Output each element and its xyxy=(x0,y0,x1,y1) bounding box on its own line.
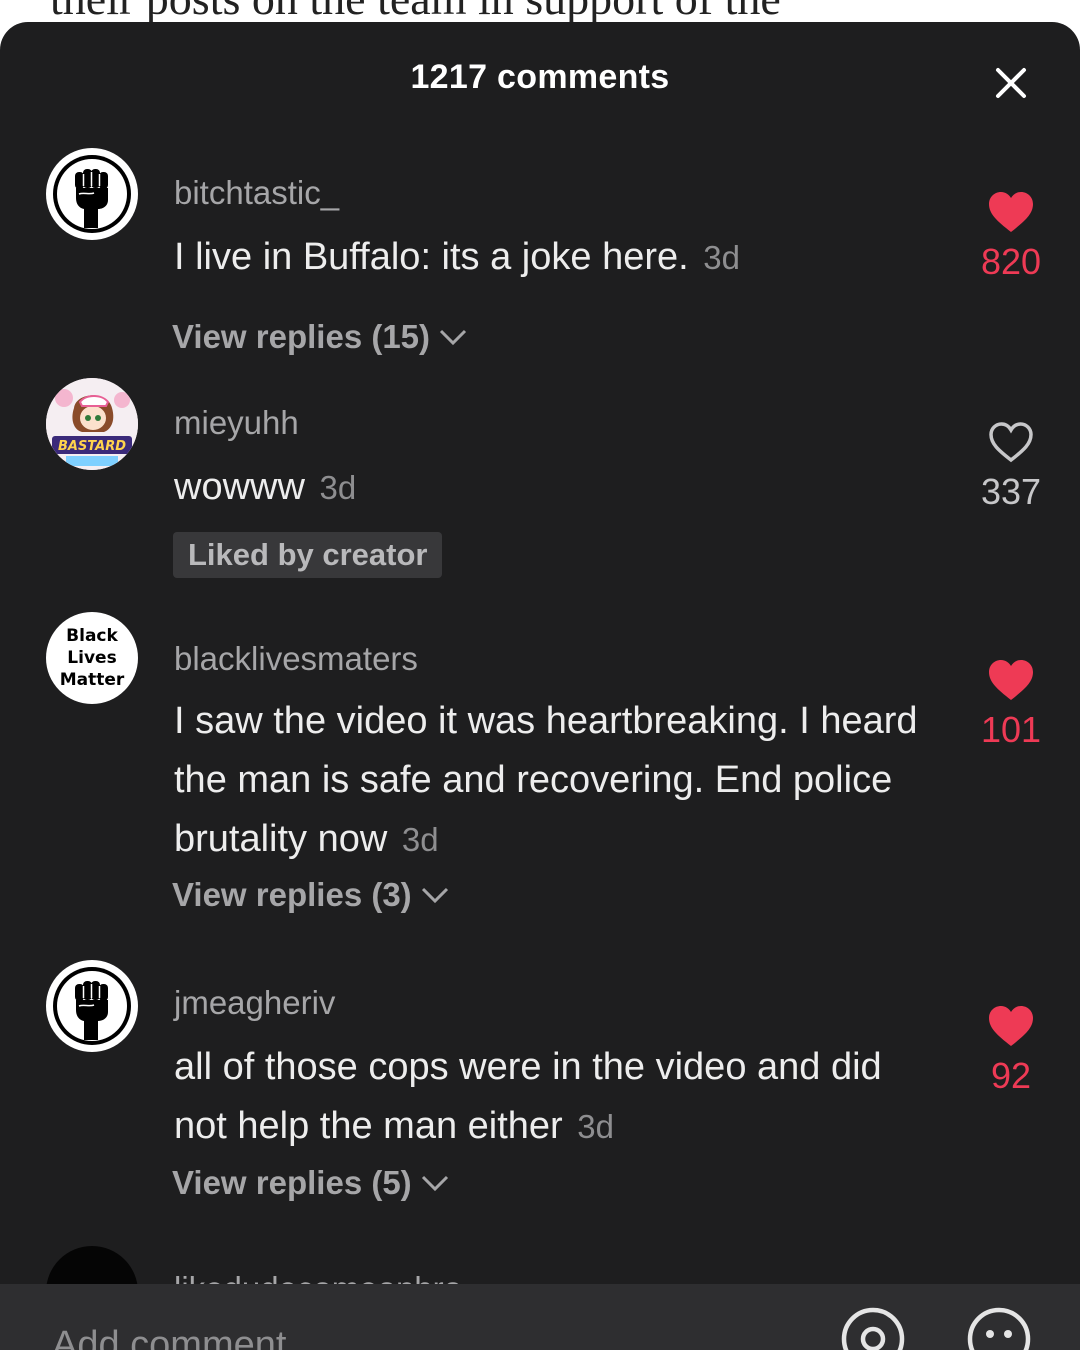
view-replies-label: View replies (5) xyxy=(172,1164,412,1201)
avatar[interactable]: Black Lives Matter xyxy=(46,612,138,704)
like-button[interactable]: 820 xyxy=(970,190,1052,283)
liked-by-creator-badge: Liked by creator xyxy=(173,532,443,578)
chevron-down-icon xyxy=(421,1175,448,1192)
heart-icon xyxy=(989,1006,1033,1046)
avatar-logo-line: Black xyxy=(66,626,118,646)
anime-character-avatar: BASTARD xyxy=(46,378,138,470)
like-button[interactable]: 101 xyxy=(970,658,1052,751)
like-count: 101 xyxy=(980,709,1042,750)
comment-username[interactable]: blacklivesmaters xyxy=(174,640,418,678)
chevron-down-icon xyxy=(439,329,467,346)
mention-button[interactable] xyxy=(838,1304,908,1350)
comments-sheet: 1217 comments bitchtastic_ I live in Buf… xyxy=(0,22,1080,1350)
avatar[interactable] xyxy=(46,148,138,240)
close-button[interactable] xyxy=(988,60,1034,106)
comment-count-title: 1217 comments xyxy=(410,58,670,96)
comment-username[interactable]: jmeagheriv xyxy=(174,984,335,1022)
comment-text: all of those cops were in the video and … xyxy=(174,1038,934,1156)
comment-text: I saw the video it was heartbreaking. I … xyxy=(174,692,934,869)
close-icon xyxy=(996,68,1026,98)
like-button[interactable]: 92 xyxy=(970,1004,1052,1097)
avatar[interactable] xyxy=(46,960,138,1052)
chevron-down-icon xyxy=(421,887,448,904)
like-button[interactable]: 337 xyxy=(970,420,1052,513)
view-replies-button[interactable]: View replies (3) xyxy=(172,876,450,914)
comment-text: wowww 3d xyxy=(174,458,934,517)
comment-time: 3d xyxy=(577,1108,614,1145)
like-count: 92 xyxy=(990,1055,1032,1096)
like-count: 337 xyxy=(980,471,1042,512)
comment-username[interactable]: bitchtastic_ xyxy=(174,174,339,212)
comment-body: I live in Buffalo: its a joke here. xyxy=(174,236,689,278)
avatar-logo-line: Matter xyxy=(59,670,125,690)
comment-time: 3d xyxy=(401,821,439,858)
comment-body: wowww xyxy=(174,466,305,508)
view-replies-button[interactable]: View replies (5) xyxy=(172,1164,450,1202)
heart-outline-icon xyxy=(989,422,1033,463)
comment-body: all of those cops were in the video and … xyxy=(174,1046,882,1147)
comment-input-bar: Add comment... xyxy=(0,1284,1080,1350)
comment-time: 3d xyxy=(319,469,357,506)
heart-icon xyxy=(989,192,1033,232)
avatar[interactable]: BASTARD xyxy=(46,378,138,470)
comment-body: I saw the video it was heartbreaking. I … xyxy=(174,700,918,860)
at-sign-icon xyxy=(841,1307,905,1350)
emoji-smile-icon xyxy=(967,1307,1031,1350)
view-replies-button[interactable]: View replies (15) xyxy=(172,318,468,356)
comment-time: 3d xyxy=(703,239,740,276)
comment-input[interactable]: Add comment... xyxy=(52,1324,318,1350)
raised-fist-icon xyxy=(48,150,136,238)
comment-text: I live in Buffalo: its a joke here. 3d xyxy=(174,228,934,287)
raised-fist-icon xyxy=(48,962,136,1050)
avatar-logo-line: Lives xyxy=(67,648,117,668)
comments-header: 1217 comments xyxy=(0,22,1080,138)
emoji-button[interactable] xyxy=(964,1304,1034,1350)
like-count: 820 xyxy=(980,241,1042,282)
view-replies-label: View replies (15) xyxy=(172,318,431,355)
comment-username[interactable]: mieyuhh xyxy=(174,404,299,442)
avatar-text: BASTARD xyxy=(58,439,126,454)
view-replies-label: View replies (3) xyxy=(172,876,412,913)
heart-icon xyxy=(989,660,1033,700)
